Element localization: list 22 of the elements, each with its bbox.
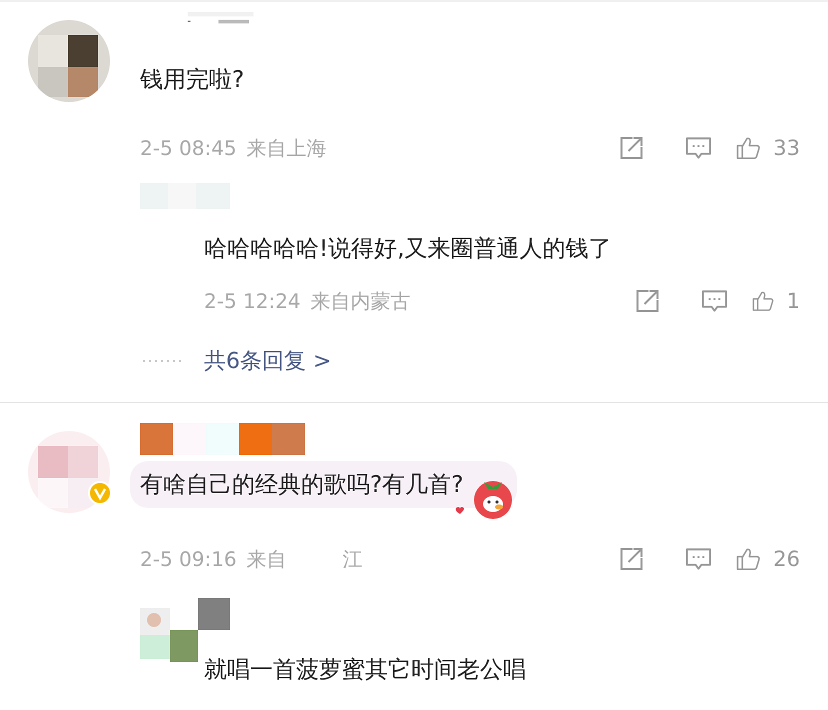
reply-text: 哈哈哈哈哈!说得好,又来圈普通人的钱了 [204, 236, 612, 262]
like-count: 1 [786, 289, 800, 313]
comment-time: 2-5 09:16 [140, 547, 237, 571]
share-icon[interactable] [618, 546, 645, 572]
reply-text: 就唱一首菠萝蜜其它时间老公唱 [204, 657, 526, 683]
dotted-line-icon [142, 359, 182, 363]
comment-icon[interactable] [701, 288, 728, 314]
share-icon[interactable] [618, 135, 645, 161]
reply-location: 来自内蒙古 [310, 288, 411, 314]
comment-location: 江 [342, 546, 363, 572]
reply-time: 2-5 12:24 [204, 289, 301, 313]
comment-text: 钱用完啦? [140, 66, 244, 95]
comment-time: 2-5 08:45 [140, 136, 237, 160]
view-replies-link[interactable]: 共6条回复 > [204, 346, 332, 376]
comment-location: 来自 [246, 546, 287, 572]
comment-icon[interactable] [685, 135, 712, 161]
comment-location: 来自上海 [246, 134, 327, 162]
like-count: 33 [773, 136, 800, 160]
share-icon[interactable] [634, 288, 661, 314]
like-count: 26 [773, 547, 800, 571]
comment-text: 有啥自己的经典的歌吗?有几首? [140, 471, 464, 500]
comment-icon[interactable] [685, 546, 712, 572]
